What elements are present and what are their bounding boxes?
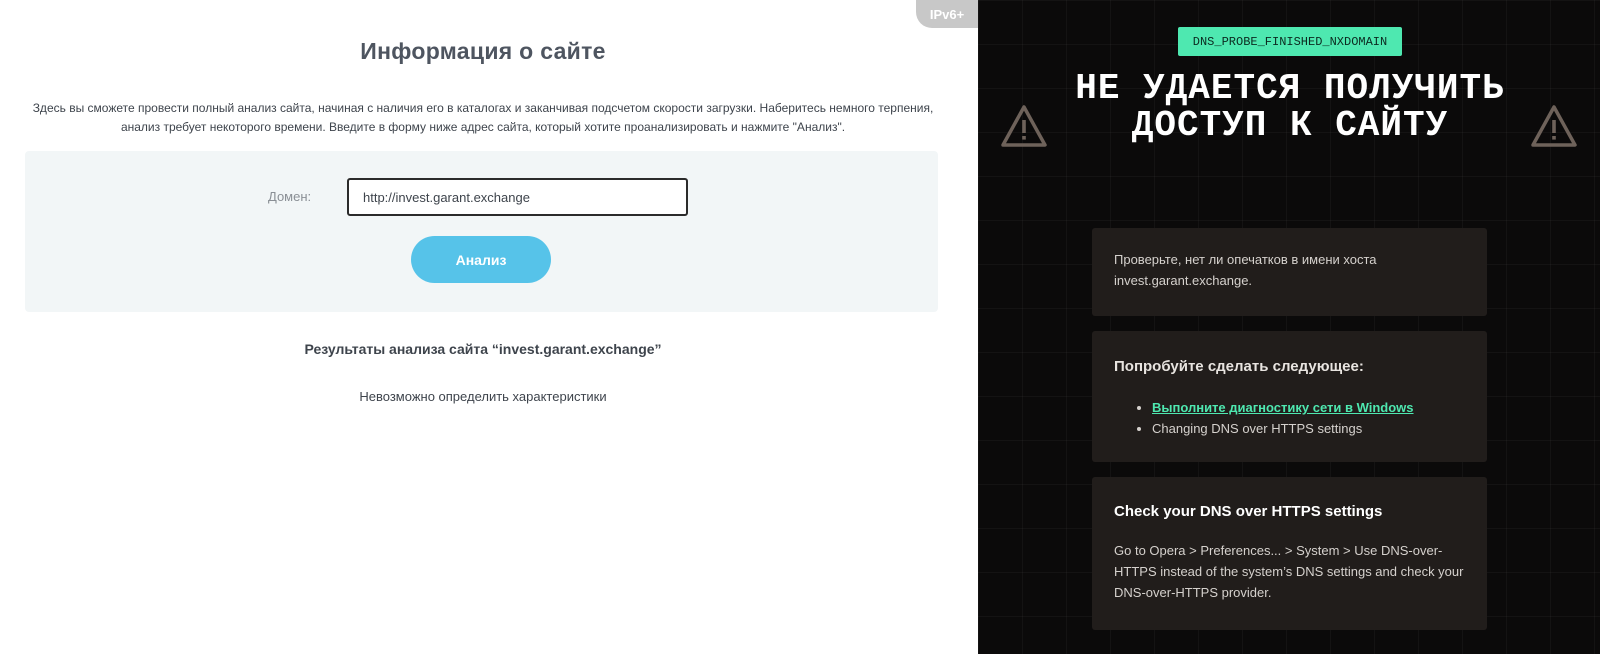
list-item: Changing DNS over HTTPS settings xyxy=(1152,418,1465,439)
dns-https-text: Go to Opera > Preferences... > System > … xyxy=(1114,543,1464,600)
page-title: Информация о сайте xyxy=(360,38,606,64)
list-item: Выполните диагностику сети в Windows xyxy=(1152,397,1465,418)
network-diagnostics-link[interactable]: Выполните диагностику сети в Windows xyxy=(1152,400,1414,415)
suggestions-list: Выполните диагностику сети в Windows Cha… xyxy=(1114,397,1465,439)
page-description: Здесь вы сможете провести полный анализ … xyxy=(32,101,934,134)
hostname-hint-card: Проверьте, нет ли опечатков в имени хост… xyxy=(1092,228,1487,316)
ipv6-badge: IPv6+ xyxy=(916,0,978,28)
suggestions-card: Попробуйте сделать следующее: Выполните … xyxy=(1092,331,1487,462)
dns-https-card: Check your DNS over HTTPS settings Go to… xyxy=(1092,477,1487,630)
analysis-form xyxy=(25,151,938,312)
domain-label: Домен: xyxy=(268,189,312,204)
warning-icon xyxy=(1531,105,1577,147)
analyze-button[interactable]: Анализ xyxy=(411,236,551,283)
suggestions-heading: Попробуйте сделать следующее: xyxy=(1114,358,1364,375)
hostname-hint-text: Проверьте, нет ли опечатков в имени хост… xyxy=(1114,252,1377,288)
error-code-badge: DNS_PROBE_FINISHED_NXDOMAIN xyxy=(1178,27,1402,56)
warning-icon xyxy=(1001,105,1047,147)
results-text: Невозможно определить характеристики xyxy=(359,389,607,404)
results-title: Результаты анализа сайта “invest.garant.… xyxy=(304,341,662,357)
site-info-panel: IPv6+ Информация о сайте Здесь вы сможет… xyxy=(0,0,978,654)
dns-https-heading: Check your DNS over HTTPS settings xyxy=(1114,503,1383,520)
domain-input[interactable] xyxy=(347,178,688,216)
dns-error-panel: DNS_PROBE_FINISHED_NXDOMAIN НЕ УДАЕТСЯ П… xyxy=(978,0,1600,654)
error-title: НЕ УДАЕТСЯ ПОЛУЧИТЬ ДОСТУП К САЙТУ xyxy=(1075,68,1505,146)
